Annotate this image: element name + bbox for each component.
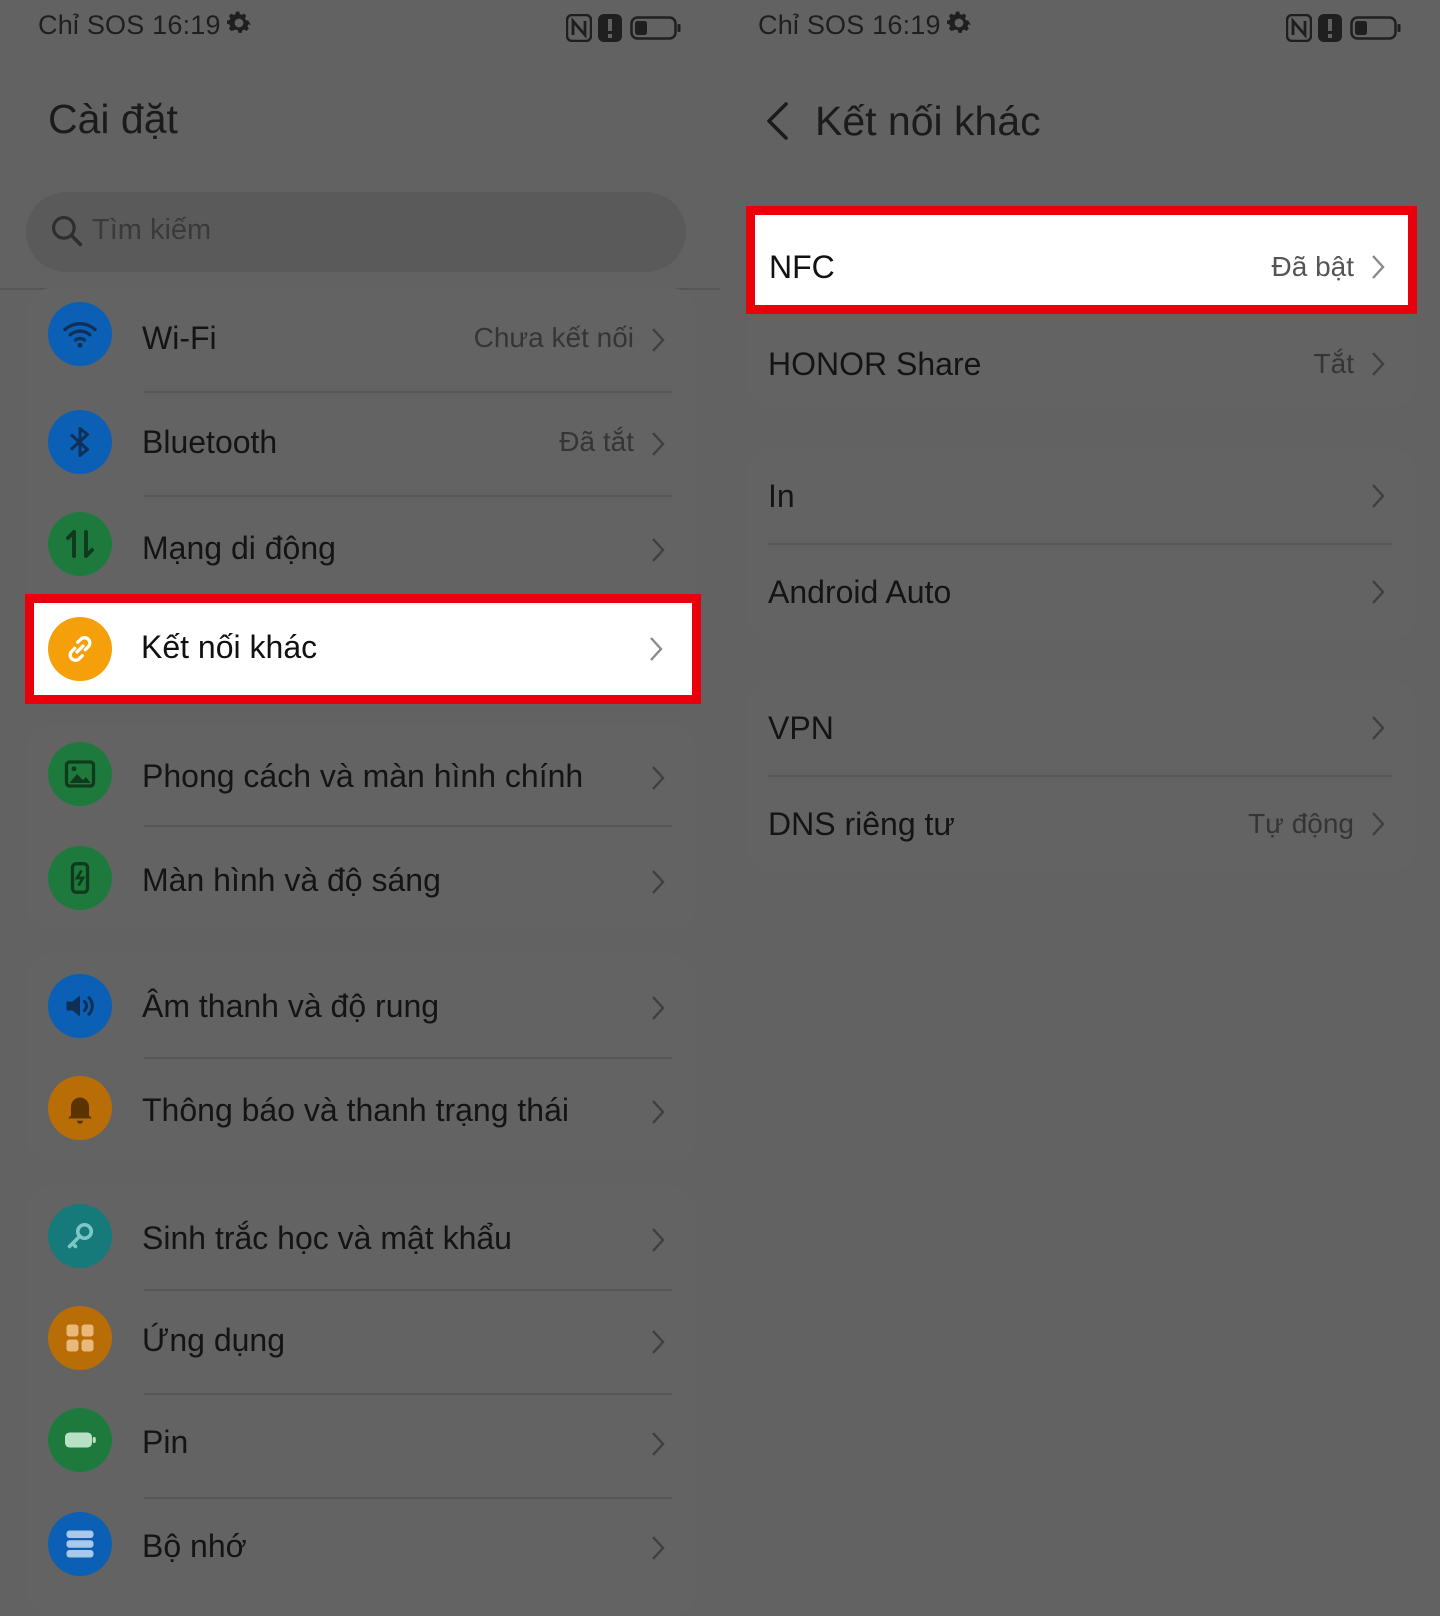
chevron-right-icon bbox=[652, 538, 665, 562]
settings-item-biometrics[interactable]: Sinh trắc học và mật khẩu bbox=[26, 1186, 696, 1290]
settings-item-label: Âm thanh và độ rung bbox=[142, 988, 440, 1024]
settings-item-label: NFC bbox=[769, 249, 835, 285]
chevron-right-icon bbox=[652, 996, 665, 1020]
gear-icon bbox=[227, 11, 251, 33]
settings-item-vpn[interactable]: VPN bbox=[746, 680, 1416, 776]
settings-item-nfc[interactable]: NFC Đã bật bbox=[746, 206, 1417, 314]
mobile-data-icon bbox=[48, 512, 112, 576]
page-title: Kết nối khác bbox=[815, 98, 1041, 144]
settings-item-print[interactable]: In bbox=[746, 448, 1416, 544]
chevron-right-icon bbox=[652, 328, 665, 352]
battery-status-icon bbox=[1350, 16, 1401, 40]
status-bar: Chỉ SOS 16:19 bbox=[758, 6, 1402, 46]
chevron-right-icon bbox=[1372, 255, 1385, 279]
wifi-icon bbox=[48, 302, 112, 366]
chevron-right-icon bbox=[1372, 716, 1385, 740]
sound-icon bbox=[48, 974, 112, 1038]
apps-icon bbox=[48, 1306, 112, 1370]
alert-status-icon bbox=[598, 14, 622, 42]
system-card: Sinh trắc học và mật khẩu Ứng dụng Pin B… bbox=[26, 1186, 696, 1616]
bell-icon bbox=[48, 1076, 112, 1140]
settings-item-battery[interactable]: Pin bbox=[26, 1394, 696, 1498]
chevron-right-icon bbox=[652, 1330, 665, 1354]
chevron-right-icon bbox=[652, 766, 665, 790]
display-icon bbox=[48, 846, 112, 910]
search-placeholder: Tìm kiếm bbox=[92, 214, 212, 246]
status-text: Chỉ SOS 16:19 bbox=[38, 10, 221, 40]
display-card: Phong cách và màn hình chính Màn hình và… bbox=[26, 724, 696, 930]
link-icon bbox=[48, 617, 112, 681]
battery-status-icon bbox=[630, 16, 681, 40]
chevron-right-icon bbox=[1372, 580, 1385, 604]
chevron-right-icon bbox=[652, 870, 665, 894]
settings-item-value: Tự động bbox=[1248, 808, 1354, 839]
settings-item-value: Tắt bbox=[1313, 348, 1354, 379]
devices-card: In Android Auto bbox=[746, 448, 1416, 640]
status-text: Chỉ SOS 16:19 bbox=[758, 10, 941, 40]
settings-item-label: Bluetooth bbox=[142, 424, 278, 460]
settings-item-label: Pin bbox=[142, 1424, 189, 1460]
settings-item-label: DNS riêng tư bbox=[768, 806, 955, 842]
settings-item-label: Thông báo và thanh trạng thái bbox=[142, 1092, 569, 1128]
settings-item-value: Chưa kết nối bbox=[473, 322, 634, 353]
settings-item-label: Bộ nhớ bbox=[142, 1528, 247, 1564]
other-connections-screen: Chỉ SOS 16:19 Kết nối khác HONOR Share T… bbox=[720, 0, 1440, 1600]
chevron-right-icon bbox=[1372, 812, 1385, 836]
nfc-status-icon bbox=[1286, 14, 1312, 42]
settings-item-value: Đã bật bbox=[1271, 251, 1355, 282]
settings-screen: Chỉ SOS 16:19 Cài đặt Tìm kiếm Wi-Fi Chư… bbox=[0, 0, 720, 1616]
settings-item-apps[interactable]: Ứng dụng bbox=[26, 1290, 696, 1394]
chevron-right-icon bbox=[652, 1100, 665, 1124]
settings-item-wifi[interactable]: Wi-Fi Chưa kết nối bbox=[26, 288, 696, 392]
key-icon bbox=[48, 1204, 112, 1268]
battery-icon bbox=[48, 1408, 112, 1472]
settings-item-other-connections[interactable]: Kết nối khác bbox=[25, 594, 701, 704]
settings-item-wallpaper[interactable]: Phong cách và màn hình chính bbox=[26, 724, 696, 826]
settings-item-honor-share[interactable]: HONOR Share Tắt bbox=[746, 310, 1416, 408]
status-bar: Chỉ SOS 16:19 bbox=[38, 6, 682, 46]
chevron-right-icon bbox=[1372, 484, 1385, 508]
storage-icon bbox=[48, 1512, 112, 1576]
settings-item-label: Kết nối khác bbox=[141, 629, 318, 665]
settings-item-label: Phong cách và màn hình chính bbox=[142, 758, 584, 794]
settings-item-label: VPN bbox=[768, 710, 834, 746]
settings-item-private-dns[interactable]: DNS riêng tư Tự động bbox=[746, 776, 1416, 872]
settings-item-label: HONOR Share bbox=[768, 346, 982, 382]
chevron-right-icon bbox=[652, 1536, 665, 1560]
chevron-right-icon bbox=[1372, 352, 1385, 376]
settings-item-display[interactable]: Màn hình và độ sáng bbox=[26, 826, 696, 930]
settings-item-label: Ứng dụng bbox=[142, 1322, 285, 1358]
settings-item-label: Android Auto bbox=[768, 574, 952, 610]
chevron-right-icon bbox=[650, 637, 663, 661]
settings-item-label: Mạng di động bbox=[142, 530, 336, 566]
status-indicators bbox=[1286, 14, 1402, 44]
settings-item-label: Sinh trắc học và mật khẩu bbox=[142, 1220, 512, 1256]
status-indicators bbox=[566, 14, 682, 44]
settings-item-storage[interactable]: Bộ nhớ bbox=[26, 1498, 696, 1602]
chevron-right-icon bbox=[652, 1228, 665, 1252]
settings-item-android-auto[interactable]: Android Auto bbox=[746, 544, 1416, 640]
settings-item-mobile-data[interactable]: Mạng di động bbox=[26, 496, 696, 600]
search-input[interactable]: Tìm kiếm bbox=[26, 192, 686, 272]
wallpaper-icon bbox=[48, 742, 112, 806]
nfc-status-icon bbox=[566, 14, 592, 42]
network-card: VPN DNS riêng tư Tự động bbox=[746, 680, 1416, 872]
chevron-right-icon bbox=[652, 1432, 665, 1456]
page-title: Cài đặt bbox=[48, 96, 178, 142]
settings-item-label: In bbox=[768, 478, 795, 514]
gear-icon bbox=[947, 11, 971, 33]
bluetooth-icon bbox=[48, 410, 112, 474]
settings-item-bluetooth[interactable]: Bluetooth Đã tắt bbox=[26, 392, 696, 496]
alert-status-icon bbox=[1318, 14, 1342, 42]
settings-item-label: Màn hình và độ sáng bbox=[142, 862, 441, 898]
settings-item-value: Đã tắt bbox=[559, 426, 634, 457]
settings-item-notifications[interactable]: Thông báo và thanh trạng thái bbox=[26, 1058, 696, 1162]
search-icon bbox=[51, 215, 83, 247]
chevron-right-icon bbox=[652, 432, 665, 456]
back-arrow-icon[interactable] bbox=[760, 98, 794, 144]
sound-card: Âm thanh và độ rung Thông báo và thanh t… bbox=[26, 954, 696, 1162]
settings-item-sound[interactable]: Âm thanh và độ rung bbox=[26, 954, 696, 1058]
settings-item-label: Wi-Fi bbox=[142, 320, 217, 356]
